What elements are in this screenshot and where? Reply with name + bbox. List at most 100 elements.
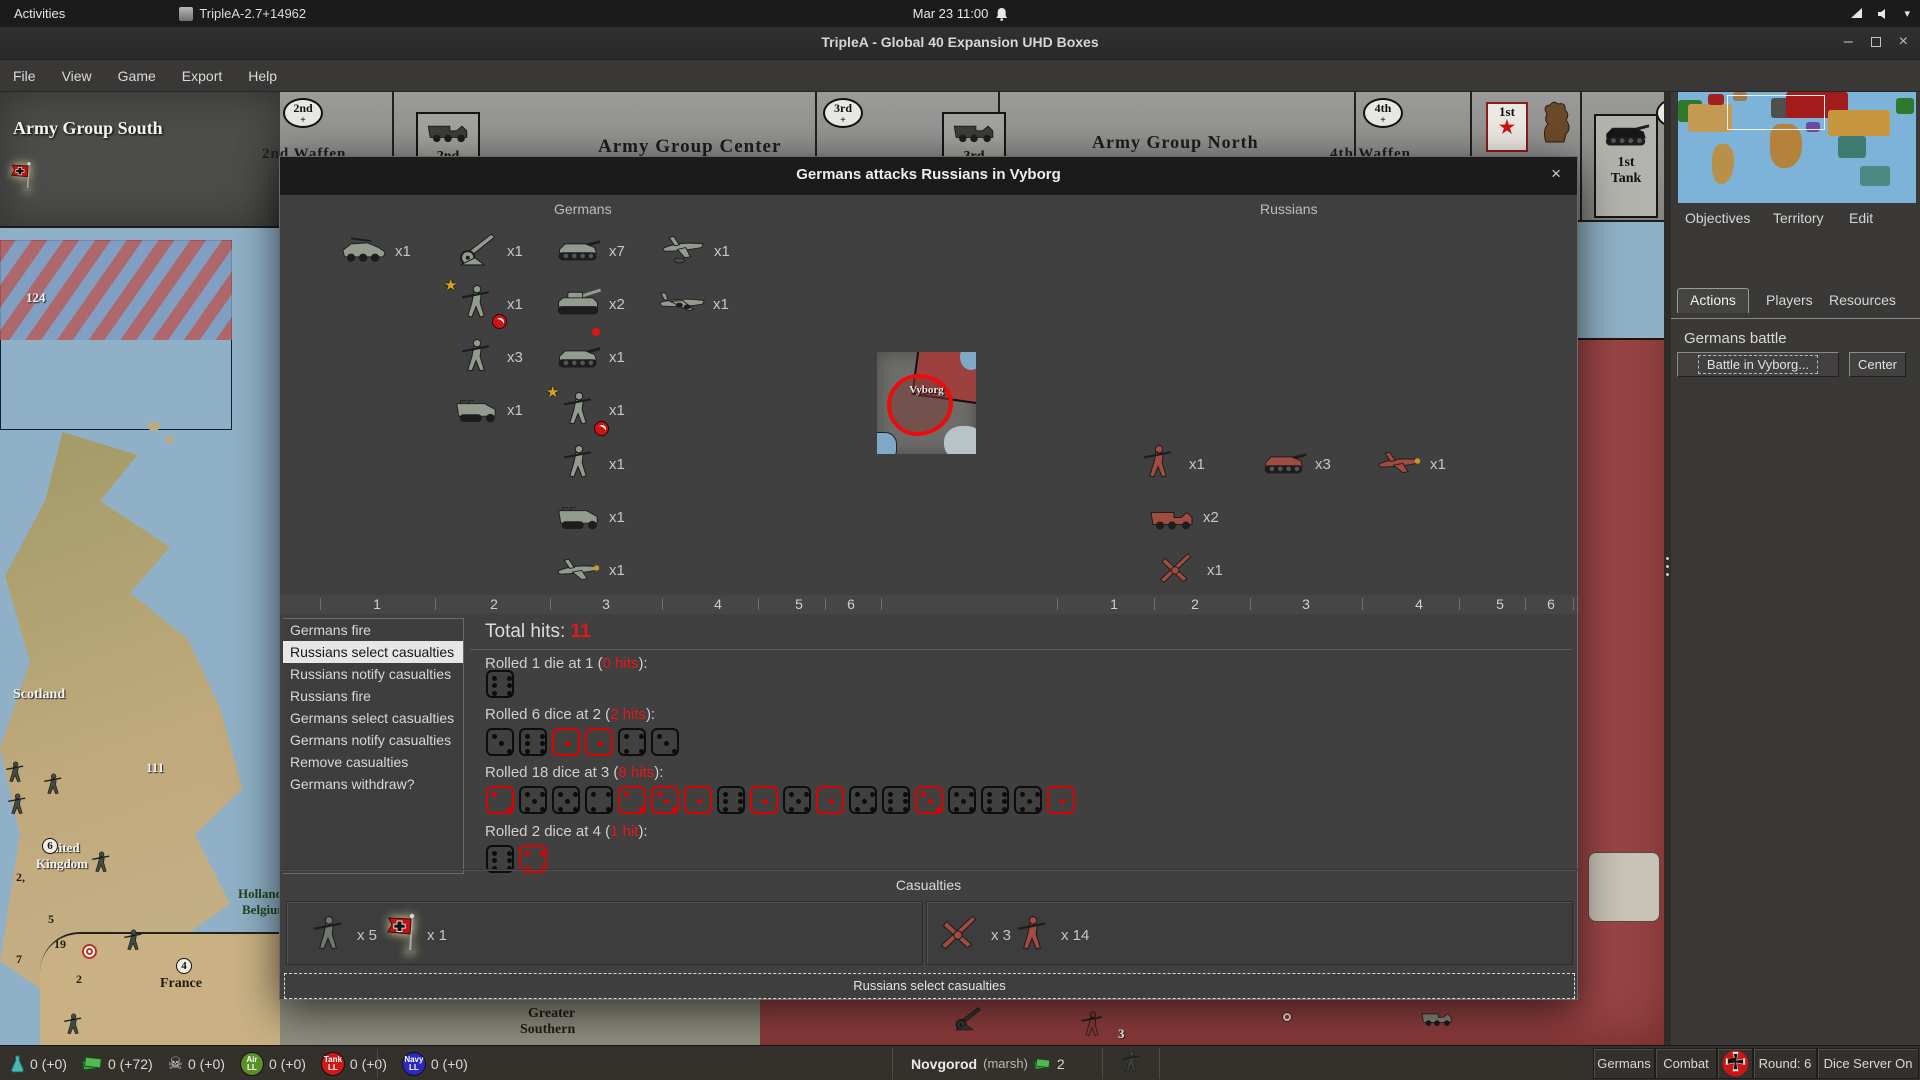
activities-button[interactable]: Activities [0, 6, 79, 21]
tab-objectives[interactable]: Objectives [1685, 210, 1750, 226]
map-island [165, 436, 174, 443]
battle-dialog: Germans attacks Russians in Vyborg × Ger… [279, 156, 1579, 1000]
map-label-7: 7 [16, 952, 22, 966]
dice-server-cell: Dice Server On [1817, 1048, 1919, 1079]
territory-name: Novgorod [911, 1055, 978, 1072]
column-tick [435, 598, 436, 610]
battle-in-vyborg-button[interactable]: Battle in Vyborg... [1677, 352, 1839, 377]
menu-game[interactable]: Game [105, 68, 169, 84]
unit-count: x3 [507, 349, 523, 367]
unit-stack-tank: x7 [554, 230, 625, 272]
map-label-111: 111 [146, 760, 165, 775]
network-icon [1851, 8, 1863, 18]
column-tick [1573, 598, 1574, 610]
battle-step-item[interactable]: Germans notify casualties [283, 729, 463, 751]
minimap-landmass [1838, 136, 1866, 158]
menu-export[interactable]: Export [169, 68, 235, 84]
battle-step-item[interactable]: Germans select casualties [283, 707, 463, 729]
maximize-button[interactable] [1870, 37, 1881, 47]
unit-stack-artillery: x1 [452, 230, 523, 272]
attacker-dice-column-1: 1 [373, 596, 381, 612]
defender-label: Russians [1260, 201, 1318, 217]
separator [470, 649, 1572, 650]
die-face-6 [486, 670, 514, 698]
unit-count: x3 [1315, 455, 1331, 473]
window-title: TripleA - Global 40 Expansion UHD Boxes [821, 34, 1099, 50]
menu-view[interactable]: View [49, 68, 105, 84]
map-badge-6: 6 [42, 838, 58, 854]
die-face-5 [948, 786, 976, 814]
column-tick [881, 598, 882, 610]
battle-step-item[interactable]: Remove casualties [283, 751, 463, 773]
close-button[interactable]: × [1899, 33, 1908, 51]
casualty-count: x 1 [427, 927, 448, 944]
die-face-6 [981, 786, 1009, 814]
player-flag-cell [1717, 1048, 1753, 1079]
defender-dice-column-5: 5 [1496, 596, 1504, 612]
panel-splitter[interactable] [1664, 60, 1671, 1045]
unit-count: x1 [609, 349, 625, 367]
die-face-5 [552, 786, 580, 814]
attacker-dice-column-2: 2 [490, 596, 498, 612]
splitter-grip-dot [1666, 573, 1669, 576]
tab-players[interactable]: Players [1766, 292, 1813, 308]
tab-resources[interactable]: Resources [1829, 292, 1896, 308]
map-sea-zone[interactable] [1578, 222, 1671, 340]
map-label-19: 19 [54, 937, 66, 951]
map-unit-icon [1075, 1010, 1109, 1043]
defender-dice-column-4: 4 [1415, 596, 1423, 612]
battle-step-item[interactable]: Russians fire [283, 685, 463, 707]
unit-stack-halftrack: x1 [452, 390, 523, 432]
battle-step-item[interactable]: Germans fire [283, 619, 463, 641]
dialog-close-icon[interactable]: × [1551, 164, 1561, 184]
unit-count: x7 [609, 242, 625, 260]
hovered-territory-cell: Novgorod (marsh) 2 [892, 1048, 1102, 1079]
clock-menu[interactable]: Mar 23 11:00 [913, 6, 1008, 21]
die-face-5 [849, 786, 877, 814]
casualty-infantry[interactable]: x 5 [307, 910, 377, 961]
app-menu[interactable]: TripleA-2.7+14962 [179, 6, 306, 21]
battle-step-item[interactable]: Germans withdraw? [283, 773, 463, 795]
territory-type: (marsh) [983, 1056, 1028, 1071]
map-label-france: France [160, 976, 202, 991]
tab-actions[interactable]: Actions [1677, 288, 1749, 313]
status-bar: 0 (+0) 0 (+72) ☠ 0 (+0) Air LL 0 (+0) Tan… [0, 1045, 1920, 1080]
battle-step-item[interactable]: Russians select casualties [283, 641, 463, 663]
dialog-title-bar[interactable]: Germans attacks Russians in Vyborg × [280, 157, 1577, 195]
select-casualties-button[interactable]: Russians select casualties [284, 973, 1575, 999]
die-face-5 [519, 786, 547, 814]
unit-count: x1 [507, 242, 523, 260]
column-tick [758, 598, 759, 610]
battle-steps-list[interactable]: Germans fire Russians select casualties Ru… [283, 618, 464, 874]
resource-navy-ll: Navy LL 0 (+0) [401, 1051, 468, 1076]
minimap[interactable] [1678, 92, 1916, 203]
menu-help[interactable]: Help [235, 68, 290, 84]
defender-dice-column-1: 1 [1110, 596, 1118, 612]
casualty-flag[interactable]: x 1 [383, 910, 447, 961]
die-face-6 [882, 786, 910, 814]
casualty-aa-gun[interactable]: x 3 [935, 910, 1011, 961]
casualties-header: Casualties [895, 877, 962, 893]
battle-step-item[interactable]: Russians notify casualties [283, 663, 463, 685]
unit-count: x1 [609, 562, 625, 580]
die-face-1-hit [552, 728, 580, 756]
casualty-infantry[interactable]: x 14 [1011, 910, 1089, 961]
map-region-uk[interactable] [0, 432, 243, 996]
tab-territory[interactable]: Territory [1773, 210, 1824, 226]
map-label-holland: Holland [238, 886, 283, 901]
minimize-button[interactable]: – [1844, 33, 1853, 51]
die-face-5 [783, 786, 811, 814]
unit-count: x2 [1203, 509, 1219, 526]
battle-button-label: Battle in Vyborg... [1697, 355, 1819, 374]
menu-file[interactable]: File [0, 68, 49, 84]
dice-column-strip: 1 2 3 4 5 6 1 2 3 4 5 6 [280, 595, 1579, 614]
unit-count: x2 [609, 295, 625, 313]
system-tray[interactable]: ▾ [1850, 7, 1910, 20]
center-button[interactable]: Center [1849, 352, 1906, 377]
volume-icon [1878, 8, 1886, 19]
infantry-unit-icon [1134, 443, 1182, 485]
die-face-4 [618, 728, 646, 756]
tab-edit[interactable]: Edit [1849, 210, 1873, 226]
unit-count: x1 [1189, 455, 1205, 473]
die-face-1-hit [750, 786, 778, 814]
